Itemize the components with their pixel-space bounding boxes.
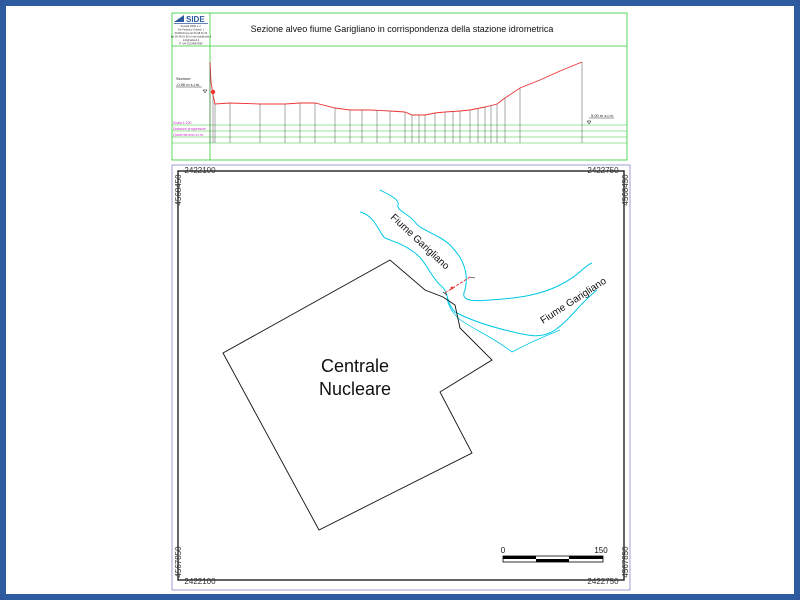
scale-bar-start: 0 [501, 546, 506, 555]
logo-text: SIDE [186, 15, 205, 24]
coord-left-top-y: 4568450 [174, 174, 183, 206]
company-info: Società SIDE s.r.l. Via Federico Orlandi… [171, 24, 212, 46]
river-bank-north [379, 189, 593, 302]
gauge-station-marker [450, 286, 454, 290]
logo-mark-icon [174, 15, 184, 22]
coord-top-left-x: 2422100 [184, 166, 216, 175]
zero-label: Sezione [176, 76, 191, 81]
scale-bar-segment [569, 556, 603, 559]
row-label-elevations: Quote terreno s.l.m. [173, 133, 204, 137]
river-label-lower: Fiume Garigliano [539, 276, 609, 327]
section-panel-border [171, 12, 628, 161]
company-line: info@sidesrl.it [183, 38, 200, 42]
drawing-sheet: SIDE Società SIDE s.r.l. Via Federico Or… [6, 6, 794, 594]
coord-bottom-right-x: 2422750 [587, 577, 619, 586]
coord-left-bottom-y: 4567850 [174, 546, 183, 578]
section-title: Sezione alveo fiume Garigliano in corris… [251, 24, 554, 34]
river-bank-south [359, 211, 598, 337]
row-label-progressive: Distanze progressive [173, 127, 206, 131]
right-level-label: 5,00 m s.l.m. [591, 113, 614, 118]
scale-bar-segment [536, 559, 569, 562]
company-logo: SIDE [174, 15, 208, 24]
map-panel: 2422100 2422750 2422100 2422750 4568450 … [171, 164, 631, 591]
company-line: fax 06 48 01 65 e-mail side@side.it [171, 35, 212, 39]
company-line: Via Federico Orlandi, 1 [178, 28, 205, 32]
scale-bar-segment [503, 556, 536, 559]
company-line: P. IVA 01234567890 [179, 42, 203, 46]
coord-top-right-x: 2422750 [587, 166, 619, 175]
water-level-marker-icon [586, 120, 592, 125]
coord-bottom-left-x: 2422100 [184, 577, 216, 586]
drawing-canvas: SIDE Società SIDE s.r.l. Via Federico Or… [171, 12, 631, 591]
riverbed-profile-line [209, 61, 583, 116]
water-level-marker-left-icon [202, 89, 208, 94]
river-label-upper: Fiume Garigliano [388, 212, 452, 272]
coord-right-bottom-y: 4567850 [621, 546, 630, 578]
plant-label-line1: Centrale [321, 356, 389, 376]
section-panel: SIDE Società SIDE s.r.l. Via Federico Or… [171, 12, 628, 161]
section-end-tick [469, 276, 476, 279]
plant-label-line2: Nucleare [319, 379, 391, 399]
row-label-scale: Scala 1:100 [173, 121, 192, 125]
gauge-point-marker [210, 89, 216, 95]
company-line: 00184 Roma tel 06 48 01 64 [175, 31, 208, 35]
scale-bar: 0 150 [501, 546, 608, 563]
scale-bar-end: 150 [594, 546, 608, 555]
coord-right-top-y: 4568450 [621, 174, 630, 206]
zero-elevation-label: -0,96 m s.l.m. [176, 82, 200, 87]
company-line: Società SIDE s.r.l. [181, 24, 202, 28]
